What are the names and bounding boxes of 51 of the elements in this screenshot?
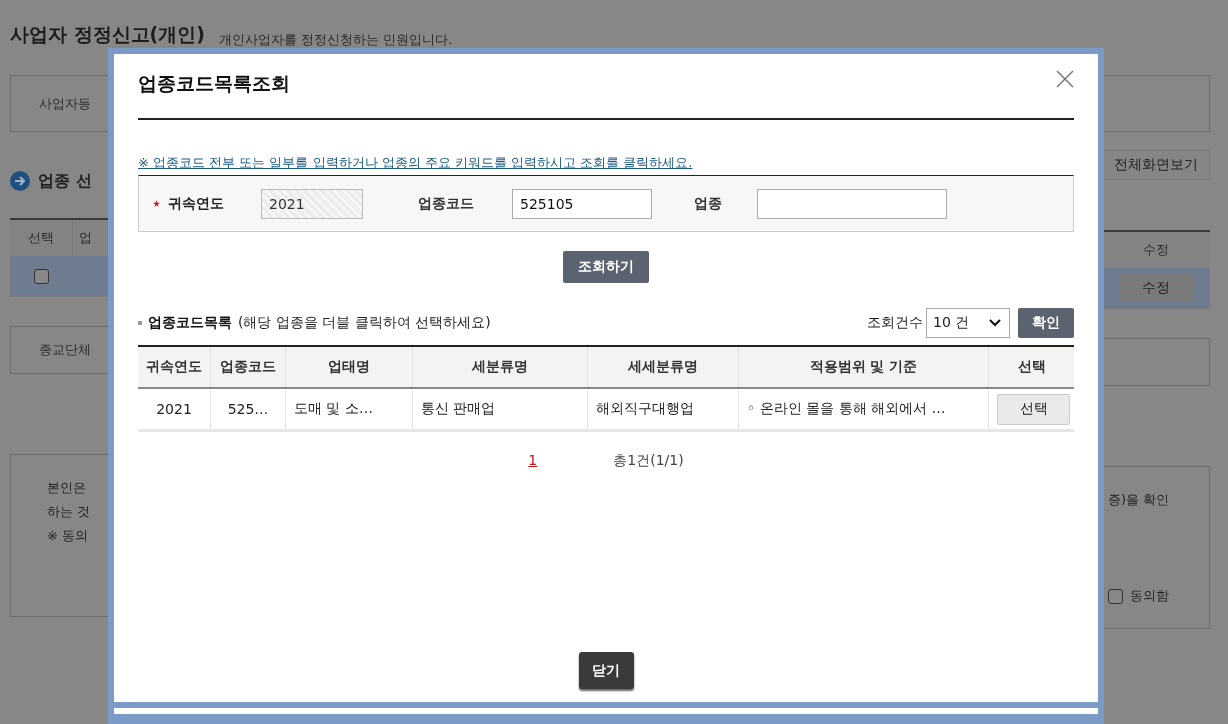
field-label: 업종코드 [418, 194, 475, 213]
fullscreen-button[interactable]: 전체화면보기 [1102, 150, 1210, 180]
notice-text: 하는 것 [47, 503, 92, 521]
column-header: 업종코드 [210, 346, 286, 388]
page-link[interactable]: 1 [528, 452, 538, 470]
hint-text: ※ 업종코드 전부 또는 일부를 입력하거나 업종의 주요 키워드를 입력하시고 조회를 클릭하세요. [138, 154, 694, 172]
count-label: 조회건수 [867, 314, 923, 332]
agree-checkbox[interactable] [1108, 588, 1123, 604]
list-hint: (해당 업종을 더블 클릭하여 선택하세요) [238, 314, 491, 332]
table-cell: 525… [210, 388, 286, 431]
chevron-down-icon [989, 319, 1001, 327]
close-icon[interactable] [1056, 70, 1074, 88]
arrow-right-circle-icon [10, 171, 30, 191]
edit-button[interactable]: 수정 [1119, 274, 1193, 302]
table-cell: 통신 판매업 [412, 388, 588, 431]
column-header: 선택 [988, 346, 1074, 388]
column-header: 수정 [1143, 241, 1169, 259]
column-header: 귀속연도 [138, 346, 211, 388]
page-title: 사업자 정정신고(개인) [10, 22, 205, 46]
count-select[interactable]: 10 건 [926, 308, 1010, 338]
notice-text: 본인은 [47, 479, 87, 497]
total-count: 총1건(1/1) [613, 452, 684, 470]
required-icon [153, 200, 160, 207]
table-cell: ◦ 온라인 몰을 통해 해외에서 … [738, 388, 989, 431]
input-field[interactable]: 525105 [512, 188, 652, 219]
table-cell: 도매 및 소… [285, 388, 413, 431]
column-header: 업 [78, 229, 92, 247]
table-cell: 해외직구대행업 [587, 388, 739, 431]
search-button[interactable]: 조회하기 [563, 251, 649, 283]
panel-label: 종교단체 [39, 341, 91, 359]
notice-text: 증)을 확인 [1108, 491, 1171, 509]
column-header: 업태명 [285, 346, 413, 388]
section-title: 업종 선 [38, 170, 92, 192]
field-label: 업종 [694, 194, 723, 213]
page-subtitle: 개인사업자를 정정신청하는 민원입니다. [219, 32, 453, 48]
list-title: 업종코드목록 [148, 314, 232, 332]
table-cell: 2021 [138, 388, 211, 431]
input-field[interactable] [757, 188, 947, 219]
select-button[interactable]: 선택 [997, 393, 1070, 425]
column-header: 적용범위 및 기준 [738, 346, 989, 388]
field-label: 귀속연도 [168, 194, 225, 213]
row-checkbox[interactable] [34, 268, 49, 284]
bullet-icon [138, 321, 142, 325]
dialog-title: 업종코드목록조회 [138, 71, 290, 96]
agree-label: 동의함 [1130, 587, 1169, 605]
close-button[interactable]: 닫기 [578, 652, 634, 689]
column-header: 세분류명 [412, 346, 588, 388]
confirm-button[interactable]: 확인 [1018, 308, 1074, 338]
column-header: 세세분류명 [587, 346, 739, 388]
panel-label: 사업자등 [39, 94, 91, 113]
notice-text: ※ 동의 [47, 527, 90, 545]
